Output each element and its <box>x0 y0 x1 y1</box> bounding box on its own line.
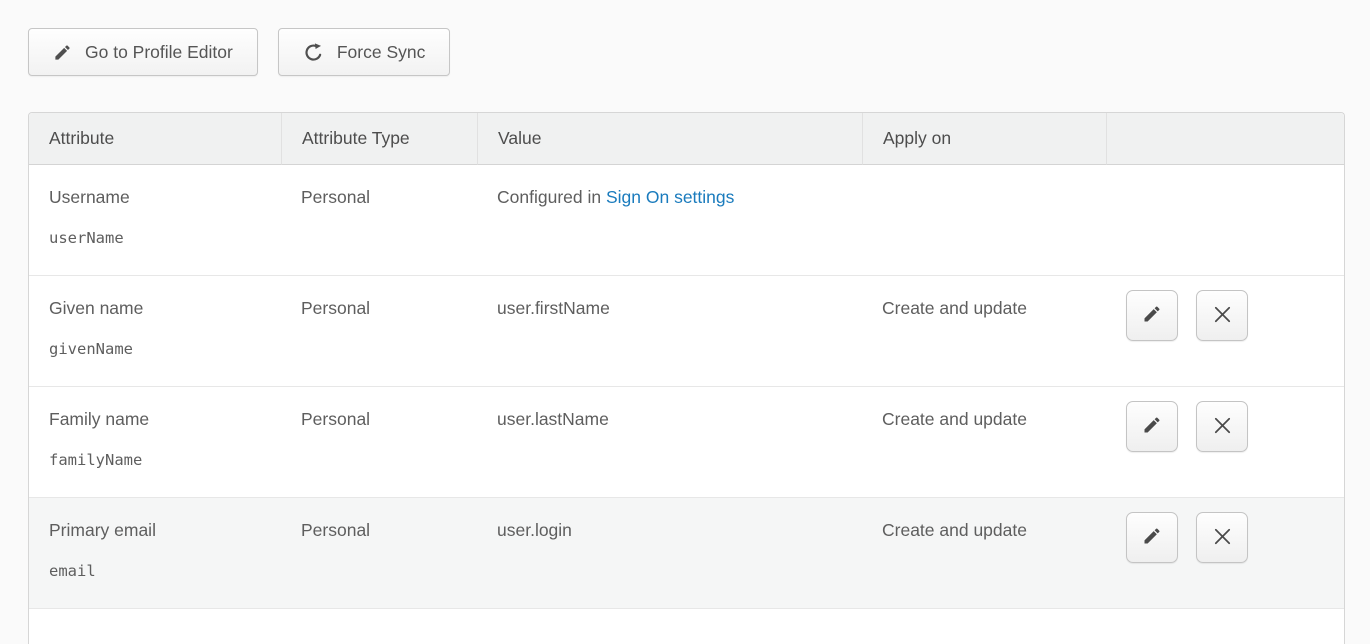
attribute-type-cell: Personal <box>281 276 477 387</box>
value-cell: user.login <box>477 498 862 609</box>
apply-on-cell: Create and update <box>862 387 1106 498</box>
apply-on-cell <box>862 165 1106 276</box>
attribute-label: Primary email <box>49 520 271 541</box>
remove-attribute-button[interactable] <box>1196 512 1248 563</box>
apply-on-cell: Create and update <box>862 498 1106 609</box>
attribute-variable: email <box>49 562 271 580</box>
attribute-label: Username <box>49 187 271 208</box>
pencil-icon <box>1142 304 1162 327</box>
attribute-type-cell: Personal <box>281 498 477 609</box>
actions-cell <box>1106 498 1344 609</box>
attribute-cell: Primary email email <box>29 498 281 609</box>
edit-attribute-button[interactable] <box>1126 401 1178 452</box>
actions-cell <box>1106 276 1344 387</box>
table-row-partial <box>29 609 1344 644</box>
x-icon <box>1211 303 1234 329</box>
toolbar: Go to Profile Editor Force Sync <box>28 28 1370 76</box>
sign-on-settings-link[interactable]: Sign On settings <box>606 187 734 207</box>
table-header-row: Attribute Attribute Type Value Apply on <box>29 113 1344 165</box>
attribute-variable: familyName <box>49 451 271 469</box>
profile-mappings-page: Go to Profile Editor Force Sync Attribut… <box>0 0 1370 644</box>
refresh-icon <box>303 42 324 63</box>
attribute-variable: givenName <box>49 340 271 358</box>
value-cell: user.lastName <box>477 387 862 498</box>
attribute-type-cell: Personal <box>281 387 477 498</box>
actions-cell <box>1106 165 1344 276</box>
table-row-primary-email: Primary email email Personal user.login … <box>29 498 1344 609</box>
value-prefix: Configured in <box>497 187 606 207</box>
empty-cell <box>29 609 1344 644</box>
column-header-attribute-type: Attribute Type <box>281 113 477 165</box>
table-row-family-name: Family name familyName Personal user.las… <box>29 387 1344 498</box>
attribute-type-cell: Personal <box>281 165 477 276</box>
attribute-label: Given name <box>49 298 271 319</box>
value-cell: Configured in Sign On settings <box>477 165 862 276</box>
remove-attribute-button[interactable] <box>1196 290 1248 341</box>
column-header-actions <box>1106 113 1344 165</box>
edit-attribute-button[interactable] <box>1126 512 1178 563</box>
attribute-cell: Family name familyName <box>29 387 281 498</box>
pencil-icon <box>1142 526 1162 549</box>
button-label: Force Sync <box>337 42 426 63</box>
x-icon <box>1211 414 1234 440</box>
pencil-icon <box>1142 415 1162 438</box>
x-icon <box>1211 525 1234 551</box>
attribute-cell: Username userName <box>29 165 281 276</box>
go-to-profile-editor-button[interactable]: Go to Profile Editor <box>28 28 258 76</box>
column-header-value: Value <box>477 113 862 165</box>
button-label: Go to Profile Editor <box>85 42 233 63</box>
attribute-mappings-table: Attribute Attribute Type Value Apply on … <box>28 112 1345 644</box>
table-row-given-name: Given name givenName Personal user.first… <box>29 276 1344 387</box>
table-row-username: Username userName Personal Configured in… <box>29 165 1344 276</box>
edit-attribute-button[interactable] <box>1126 290 1178 341</box>
pencil-icon <box>53 43 72 62</box>
column-header-apply-on: Apply on <box>862 113 1106 165</box>
attribute-variable: userName <box>49 229 271 247</box>
column-header-attribute: Attribute <box>29 113 281 165</box>
attribute-label: Family name <box>49 409 271 430</box>
attribute-cell: Given name givenName <box>29 276 281 387</box>
actions-cell <box>1106 387 1344 498</box>
force-sync-button[interactable]: Force Sync <box>278 28 451 76</box>
remove-attribute-button[interactable] <box>1196 401 1248 452</box>
apply-on-cell: Create and update <box>862 276 1106 387</box>
value-cell: user.firstName <box>477 276 862 387</box>
